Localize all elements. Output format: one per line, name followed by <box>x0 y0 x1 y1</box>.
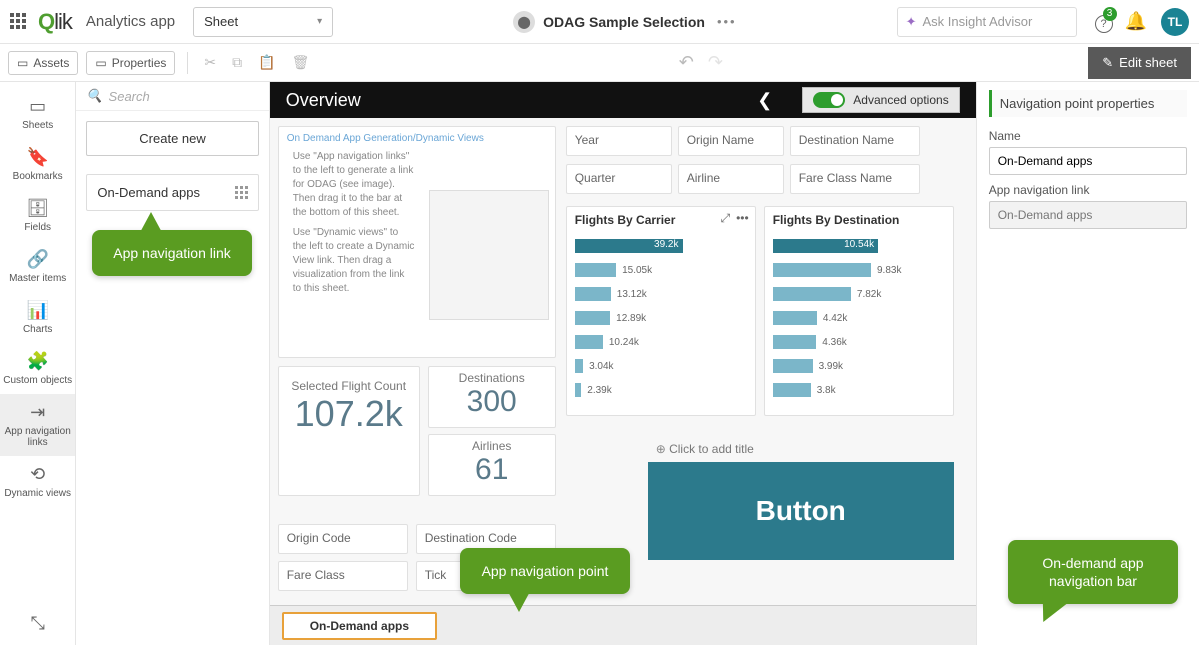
advanced-options-label: Advanced options <box>853 93 948 107</box>
database-icon: 🗄 <box>2 198 73 219</box>
asset-panel: 🔍 Search Create new On-Demand apps <box>76 82 269 645</box>
nav-fields[interactable]: 🗄Fields <box>0 190 75 241</box>
search-placeholder: Search <box>109 89 150 104</box>
nav-dynamic-views[interactable]: ⟲Dynamic views <box>0 456 75 507</box>
edit-sheet-label: Edit sheet <box>1119 55 1177 70</box>
filter-destination-code[interactable]: Destination Code <box>417 525 555 547</box>
insight-advisor-input[interactable]: ✦ Ask Insight Advisor <box>897 7 1077 37</box>
redo-icon[interactable]: ↷ <box>708 52 723 73</box>
add-title-placeholder[interactable]: Click to add title <box>648 436 954 462</box>
prop-link-label: App navigation link <box>989 183 1187 197</box>
filter-quarter[interactable]: Quarter <box>567 165 671 187</box>
callout-app-nav-link: App navigation link <box>92 230 252 276</box>
kpi-destinations-value: 300 <box>429 385 555 419</box>
filter-origin-code[interactable]: Origin Code <box>279 525 407 547</box>
logo-q: Q <box>38 9 54 34</box>
copy-icon[interactable]: ⧉ <box>228 52 246 73</box>
filter-fare-class-name[interactable]: Fare Class Name <box>791 165 919 187</box>
back-icon[interactable]: ❮ <box>757 90 772 111</box>
chart-carrier-body[interactable]: 39.2k15.05k13.12k12.89k10.24k3.04k2.39k <box>567 229 755 409</box>
advanced-options-toggle[interactable]: Advanced options <box>802 87 959 113</box>
left-nav: ▭Sheets 🔖Bookmarks 🗄Fields 🔗Master items… <box>0 82 76 645</box>
filter-destination-name[interactable]: Destination Name <box>791 127 919 149</box>
more-icon[interactable]: ••• <box>717 14 737 29</box>
filter-airline[interactable]: Airline <box>679 165 783 187</box>
qlik-logo: Qlik <box>38 9 72 35</box>
help-badge: 3 <box>1103 7 1117 21</box>
fullscreen-icon[interactable]: ⤢ <box>720 211 730 226</box>
help-text-2: Use "Dynamic views" to the left to creat… <box>285 226 423 302</box>
sheet-dropdown-label: Sheet <box>204 14 238 29</box>
asset-item-label: On-Demand apps <box>97 185 200 200</box>
prop-name-input[interactable] <box>989 147 1187 175</box>
sheets-icon: ▭ <box>2 96 73 117</box>
assets-label: Assets <box>33 56 69 70</box>
chart-icon: 📊 <box>2 300 73 321</box>
prop-link-value: On-Demand apps <box>989 201 1187 229</box>
overview-header: Overview ❮ Advanced options <box>270 82 976 118</box>
navlink-icon: ⇥ <box>2 402 73 423</box>
kpi-airlines-label: Airlines <box>429 435 555 453</box>
nav-custom-objects[interactable]: 🧩Custom objects <box>0 343 75 394</box>
more-icon[interactable]: ••• <box>736 211 749 226</box>
asset-item-on-demand-apps[interactable]: On-Demand apps <box>86 174 258 211</box>
bookmark-icon: 🔖 <box>2 147 73 168</box>
callout-app-nav-point: App navigation point <box>460 548 630 594</box>
nav-app-navigation-links[interactable]: ⇥App navigation links <box>0 394 75 456</box>
avatar[interactable]: TL <box>1161 8 1189 36</box>
app-name: Analytics app <box>86 13 175 30</box>
properties-toggle[interactable]: ▭ Properties <box>86 51 175 75</box>
assets-toggle[interactable]: ▭ Assets <box>8 51 78 75</box>
image-placeholder <box>429 190 549 320</box>
help-icon[interactable]: ?3 <box>1095 11 1113 33</box>
kpi-flightcount-label: Selected Flight Count <box>279 367 419 393</box>
bell-icon[interactable]: 🔔 <box>1125 11 1147 32</box>
undo-icon[interactable]: ↶ <box>679 52 694 73</box>
dynamic-icon: ⟲ <box>2 464 73 485</box>
nav-charts[interactable]: 📊Charts <box>0 292 75 343</box>
nav-point-on-demand-apps[interactable]: On-Demand apps <box>282 612 437 640</box>
paste-icon[interactable]: 📋 <box>254 52 279 73</box>
button-object[interactable]: Button <box>648 462 954 560</box>
nav-collapse[interactable]: ⤡ <box>0 605 75 645</box>
nav-master-items[interactable]: 🔗Master items <box>0 241 75 292</box>
kpi-flightcount-value: 107.2k <box>279 393 419 435</box>
collapse-icon: ⤡ <box>2 613 73 634</box>
filter-fare-class[interactable]: Fare Class <box>279 562 407 584</box>
app-launcher-icon[interactable] <box>10 13 28 31</box>
globe-icon: ⬤ <box>513 11 535 33</box>
puzzle-icon: 🧩 <box>2 351 73 372</box>
on-demand-nav-bar[interactable]: On-Demand apps <box>270 605 976 645</box>
kpi-destinations-label: Destinations <box>429 367 555 385</box>
create-new-button[interactable]: Create new <box>86 121 258 156</box>
filter-year[interactable]: Year <box>567 127 671 149</box>
delete-icon[interactable]: 🗑 <box>288 52 314 73</box>
sparkle-icon: ✦ <box>906 14 917 30</box>
cut-icon[interactable]: ✂ <box>200 52 220 73</box>
help-text-1: Use "App navigation links" to the left t… <box>285 150 423 226</box>
insight-placeholder: Ask Insight Advisor <box>922 14 1032 29</box>
drag-handle-icon[interactable] <box>235 186 248 199</box>
callout-on-demand-nav-bar: On-demand app navigation bar <box>1008 540 1178 604</box>
filter-origin-name[interactable]: Origin Name <box>679 127 783 149</box>
toggle-on-icon <box>813 92 845 108</box>
link-icon: 🔗 <box>2 249 73 270</box>
logo-rest: lik <box>54 9 72 34</box>
asset-search[interactable]: 🔍 Search <box>76 82 268 111</box>
properties-header: Navigation point properties <box>989 90 1187 117</box>
chevron-down-icon: ▾ <box>317 16 322 27</box>
prop-name-label: Name <box>989 129 1187 143</box>
overview-title: Overview <box>286 90 361 111</box>
edit-sheet-button[interactable]: ✎ Edit sheet <box>1088 47 1191 79</box>
nav-bookmarks[interactable]: 🔖Bookmarks <box>0 139 75 190</box>
chart-destination-body[interactable]: 10.54k9.83k7.82k4.42k4.36k3.99k3.8k <box>765 229 953 409</box>
current-sheet-name[interactable]: ODAG Sample Selection <box>543 14 705 30</box>
nav-sheets[interactable]: ▭Sheets <box>0 88 75 139</box>
chart-title-destination: Flights By Destination <box>765 207 953 229</box>
kpi-airlines-value: 61 <box>429 453 555 487</box>
properties-label: Properties <box>112 56 167 70</box>
sheet-dropdown[interactable]: Sheet ▾ <box>193 7 333 37</box>
breadcrumb: On Demand App Generation/Dynamic Views <box>279 127 555 150</box>
